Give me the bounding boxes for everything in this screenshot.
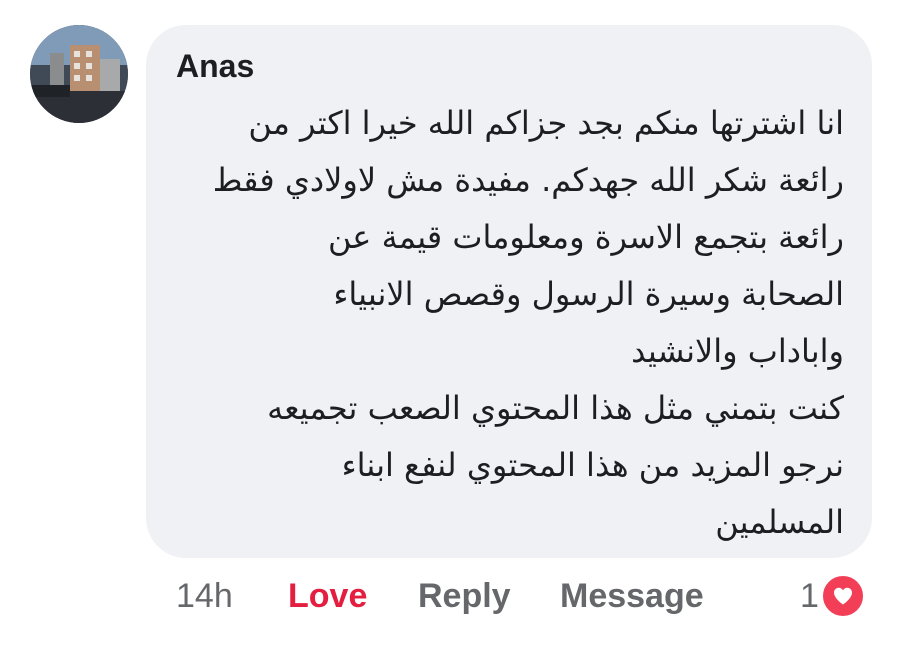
comment-line: نرجو المزيد من هذا المحتوي لنفع ابناء xyxy=(341,446,844,484)
comment-line: رائعة بتجمع الاسرة ومعلومات قيمة عن xyxy=(327,218,844,256)
reaction-count: 1 xyxy=(800,576,819,615)
avatar[interactable] xyxy=(30,25,128,123)
comment-line: واباداب والانشيد xyxy=(631,332,844,370)
comment-line: كنت بتمني مثل هذا المحتوي الصعب تجميعه xyxy=(267,389,844,427)
message-button[interactable]: Message xyxy=(560,572,704,620)
heart-icon xyxy=(820,574,865,618)
comment-line: الصحابة وسيرة الرسول وقصص الانبياء xyxy=(333,275,844,313)
comment-bubble: Anas انا اشترتها منكم بجد جزاكم الله خير… xyxy=(146,25,872,558)
reply-button[interactable]: Reply xyxy=(418,572,511,620)
comment-text: انا اشترتها منكم بجد جزاكم الله خيرا اكت… xyxy=(164,95,844,551)
avatar-photo xyxy=(30,25,128,123)
love-button[interactable]: Love xyxy=(288,572,367,620)
reaction-summary[interactable]: 1 xyxy=(800,574,865,618)
comment-line: رائعة شكر الله جهدكم. مفيدة مش لاولادي ف… xyxy=(212,161,844,199)
comment-line: انا اشترتها منكم بجد جزاكم الله خيرا اكت… xyxy=(248,104,844,142)
comment-author[interactable]: Anas xyxy=(176,47,254,85)
comment-timestamp[interactable]: 14h xyxy=(176,572,233,620)
comment-line: المسلمين xyxy=(715,503,844,541)
